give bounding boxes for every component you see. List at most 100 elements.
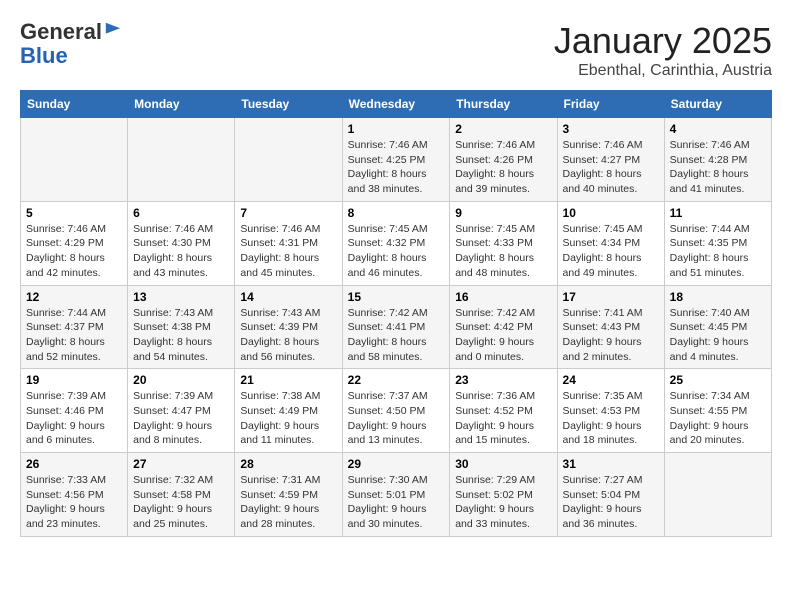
day-info: Sunrise: 7:33 AM Sunset: 4:56 PM Dayligh… (26, 473, 122, 532)
day-number: 10 (563, 206, 659, 220)
page-header: General Blue January 2025 Ebenthal, Cari… (20, 20, 772, 80)
day-number: 12 (26, 290, 122, 304)
weekday-header-friday: Friday (557, 91, 664, 118)
location: Ebenthal, Carinthia, Austria (554, 62, 772, 80)
calendar-cell: 21 Sunrise: 7:38 AM Sunset: 4:49 PM Dayli… (235, 369, 342, 453)
day-info: Sunrise: 7:32 AM Sunset: 4:58 PM Dayligh… (133, 473, 229, 532)
day-number: 19 (26, 373, 122, 387)
calendar-cell: 13 Sunrise: 7:43 AM Sunset: 4:38 PM Dayli… (128, 285, 235, 369)
calendar-cell: 8Sunrise: 7:45 AM Sunset: 4:32 PM Daylig… (342, 201, 450, 285)
weekday-header-tuesday: Tuesday (235, 91, 342, 118)
calendar-cell: 17 Sunrise: 7:41 AM Sunset: 4:43 PM Dayli… (557, 285, 664, 369)
day-number: 7 (240, 206, 336, 220)
logo-blue: Blue (20, 43, 68, 68)
day-info: Sunrise: 7:34 AM Sunset: 4:55 PM Dayligh… (670, 389, 766, 448)
logo-flag-icon (104, 21, 122, 39)
day-info: Sunrise: 7:29 AM Sunset: 5:02 PM Dayligh… (455, 473, 551, 532)
day-info: Sunrise: 7:46 AM Sunset: 4:28 PM Dayligh… (670, 138, 766, 197)
weekday-header-monday: Monday (128, 91, 235, 118)
day-info: Sunrise: 7:41 AM Sunset: 4:43 PM Dayligh… (563, 306, 659, 365)
calendar-cell: 6 Sunrise: 7:46 AM Sunset: 4:30 PM Daylig… (128, 201, 235, 285)
day-info: Sunrise: 7:39 AM Sunset: 4:46 PM Dayligh… (26, 389, 122, 448)
day-info: Sunrise: 7:38 AM Sunset: 4:49 PM Dayligh… (240, 389, 336, 448)
day-number: 26 (26, 457, 122, 471)
day-info: Sunrise: 7:31 AM Sunset: 4:59 PM Dayligh… (240, 473, 336, 532)
day-info: Sunrise: 7:40 AM Sunset: 4:45 PM Dayligh… (670, 306, 766, 365)
calendar-cell (128, 118, 235, 202)
day-number: 3 (563, 122, 659, 136)
calendar-table: SundayMondayTuesdayWednesdayThursdayFrid… (20, 90, 772, 537)
day-info: Sunrise: 7:46 AM Sunset: 4:29 PM Dayligh… (26, 222, 122, 281)
calendar-cell: 31 Sunrise: 7:27 AM Sunset: 5:04 PM Dayli… (557, 453, 664, 537)
day-info: Sunrise: 7:46 AM Sunset: 4:30 PM Dayligh… (133, 222, 229, 281)
weekday-header-sunday: Sunday (21, 91, 128, 118)
day-number: 29 (348, 457, 445, 471)
day-info: Sunrise: 7:43 AM Sunset: 4:38 PM Dayligh… (133, 306, 229, 365)
weekday-header-wednesday: Wednesday (342, 91, 450, 118)
day-info: Sunrise: 7:45 AM Sunset: 4:34 PM Dayligh… (563, 222, 659, 281)
calendar-cell: 30 Sunrise: 7:29 AM Sunset: 5:02 PM Dayli… (450, 453, 557, 537)
calendar-week-row: 5 Sunrise: 7:46 AM Sunset: 4:29 PM Daylig… (21, 201, 772, 285)
logo-general: General (20, 19, 102, 44)
calendar-cell: 2Sunrise: 7:46 AM Sunset: 4:26 PM Daylig… (450, 118, 557, 202)
day-number: 16 (455, 290, 551, 304)
day-number: 24 (563, 373, 659, 387)
calendar-cell: 9Sunrise: 7:45 AM Sunset: 4:33 PM Daylig… (450, 201, 557, 285)
day-info: Sunrise: 7:44 AM Sunset: 4:37 PM Dayligh… (26, 306, 122, 365)
calendar-cell: 18 Sunrise: 7:40 AM Sunset: 4:45 PM Dayli… (664, 285, 771, 369)
calendar-cell (21, 118, 128, 202)
day-info: Sunrise: 7:42 AM Sunset: 4:42 PM Dayligh… (455, 306, 551, 365)
calendar-cell: 14 Sunrise: 7:43 AM Sunset: 4:39 PM Dayli… (235, 285, 342, 369)
calendar-cell (664, 453, 771, 537)
day-info: Sunrise: 7:46 AM Sunset: 4:27 PM Dayligh… (563, 138, 659, 197)
weekday-header-thursday: Thursday (450, 91, 557, 118)
day-info: Sunrise: 7:44 AM Sunset: 4:35 PM Dayligh… (670, 222, 766, 281)
weekday-header-row: SundayMondayTuesdayWednesdayThursdayFrid… (21, 91, 772, 118)
day-info: Sunrise: 7:43 AM Sunset: 4:39 PM Dayligh… (240, 306, 336, 365)
day-number: 17 (563, 290, 659, 304)
day-number: 31 (563, 457, 659, 471)
weekday-header-saturday: Saturday (664, 91, 771, 118)
calendar-cell: 29 Sunrise: 7:30 AM Sunset: 5:01 PM Dayli… (342, 453, 450, 537)
day-number: 21 (240, 373, 336, 387)
calendar-cell: 11Sunrise: 7:44 AM Sunset: 4:35 PM Dayli… (664, 201, 771, 285)
calendar-cell: 3 Sunrise: 7:46 AM Sunset: 4:27 PM Daylig… (557, 118, 664, 202)
day-info: Sunrise: 7:46 AM Sunset: 4:31 PM Dayligh… (240, 222, 336, 281)
day-info: Sunrise: 7:39 AM Sunset: 4:47 PM Dayligh… (133, 389, 229, 448)
day-info: Sunrise: 7:30 AM Sunset: 5:01 PM Dayligh… (348, 473, 445, 532)
day-number: 6 (133, 206, 229, 220)
day-number: 18 (670, 290, 766, 304)
day-number: 20 (133, 373, 229, 387)
calendar-cell: 23Sunrise: 7:36 AM Sunset: 4:52 PM Dayli… (450, 369, 557, 453)
day-info: Sunrise: 7:36 AM Sunset: 4:52 PM Dayligh… (455, 389, 551, 448)
calendar-cell: 1 Sunrise: 7:46 AM Sunset: 4:25 PM Daylig… (342, 118, 450, 202)
day-number: 13 (133, 290, 229, 304)
day-info: Sunrise: 7:35 AM Sunset: 4:53 PM Dayligh… (563, 389, 659, 448)
day-info: Sunrise: 7:45 AM Sunset: 4:33 PM Dayligh… (455, 222, 551, 281)
calendar-week-row: 26 Sunrise: 7:33 AM Sunset: 4:56 PM Dayli… (21, 453, 772, 537)
calendar-cell: 7 Sunrise: 7:46 AM Sunset: 4:31 PM Daylig… (235, 201, 342, 285)
day-info: Sunrise: 7:37 AM Sunset: 4:50 PM Dayligh… (348, 389, 445, 448)
day-number: 27 (133, 457, 229, 471)
day-number: 15 (348, 290, 445, 304)
day-number: 1 (348, 122, 445, 136)
day-number: 28 (240, 457, 336, 471)
day-number: 30 (455, 457, 551, 471)
calendar-cell: 25 Sunrise: 7:34 AM Sunset: 4:55 PM Dayli… (664, 369, 771, 453)
calendar-week-row: 12 Sunrise: 7:44 AM Sunset: 4:37 PM Dayli… (21, 285, 772, 369)
day-number: 5 (26, 206, 122, 220)
day-info: Sunrise: 7:27 AM Sunset: 5:04 PM Dayligh… (563, 473, 659, 532)
calendar-week-row: 1 Sunrise: 7:46 AM Sunset: 4:25 PM Daylig… (21, 118, 772, 202)
day-info: Sunrise: 7:46 AM Sunset: 4:25 PM Dayligh… (348, 138, 445, 197)
day-number: 14 (240, 290, 336, 304)
day-number: 4 (670, 122, 766, 136)
day-number: 25 (670, 373, 766, 387)
day-number: 22 (348, 373, 445, 387)
logo: General Blue (20, 20, 122, 68)
calendar-cell: 20 Sunrise: 7:39 AM Sunset: 4:47 PM Dayli… (128, 369, 235, 453)
title-block: January 2025 Ebenthal, Carinthia, Austri… (554, 20, 772, 80)
calendar-cell: 12 Sunrise: 7:44 AM Sunset: 4:37 PM Dayli… (21, 285, 128, 369)
calendar-cell (235, 118, 342, 202)
day-info: Sunrise: 7:46 AM Sunset: 4:26 PM Dayligh… (455, 138, 551, 197)
calendar-cell: 27 Sunrise: 7:32 AM Sunset: 4:58 PM Dayli… (128, 453, 235, 537)
